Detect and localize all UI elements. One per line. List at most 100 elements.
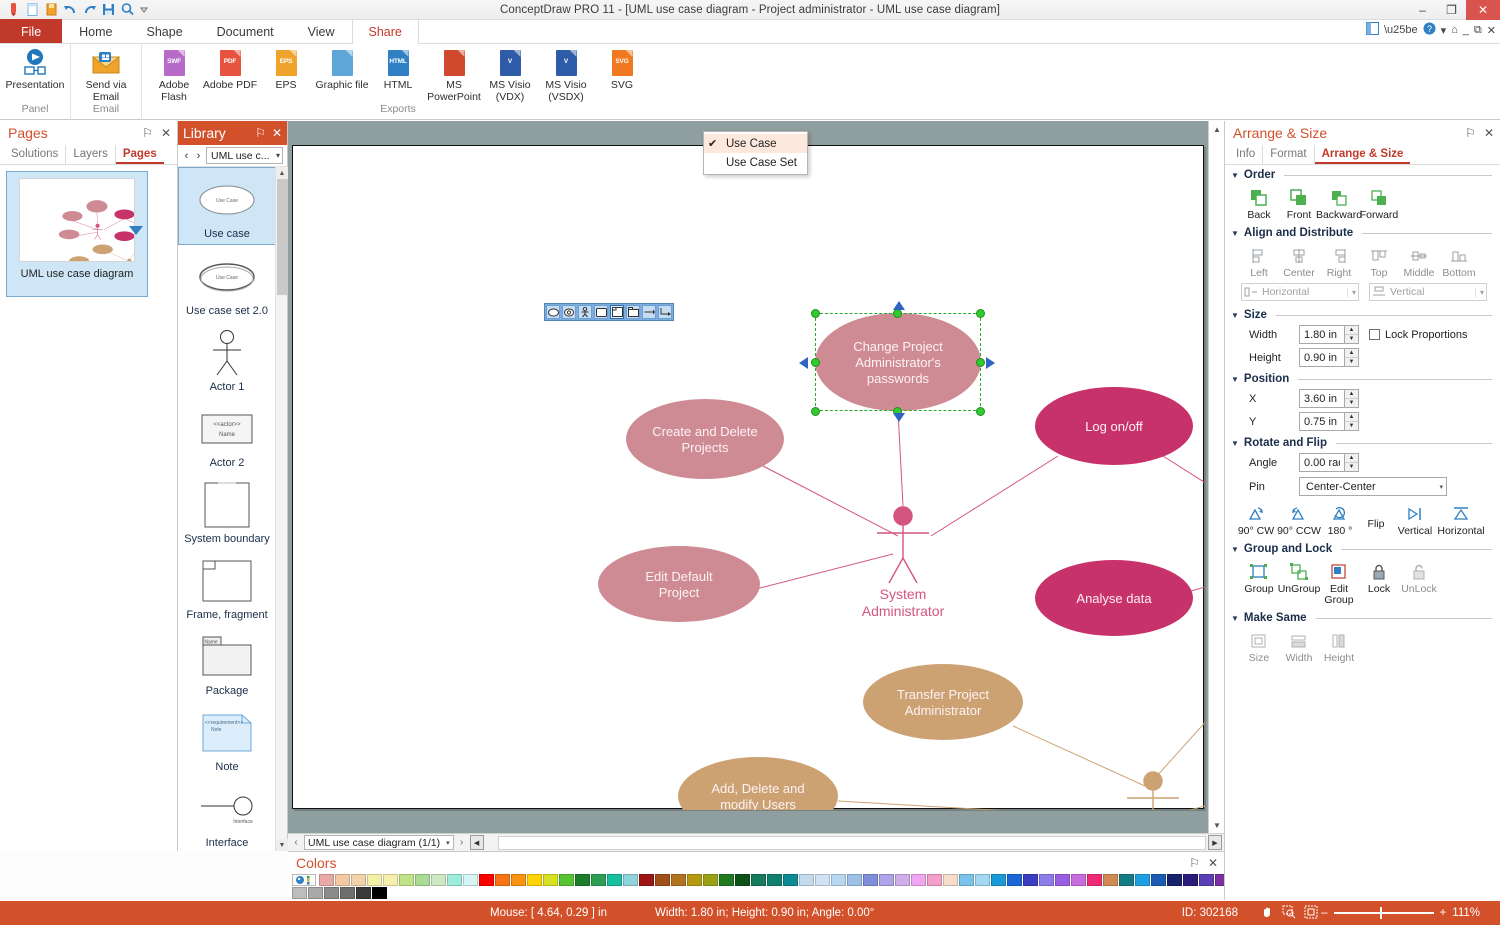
window-close-small-icon[interactable]: ✕: [1487, 24, 1496, 37]
color-swatch[interactable]: [495, 874, 510, 886]
rotate-90-ccw-button[interactable]: 90° CCW: [1277, 503, 1321, 537]
color-swatch[interactable]: [308, 887, 323, 899]
angle-input[interactable]: [1299, 453, 1345, 472]
collapse-ribbon-icon[interactable]: ⌂: [1451, 24, 1458, 36]
color-swatch[interactable]: [607, 874, 622, 886]
library-nav[interactable]: ‹ › UML use c... ▾: [178, 145, 287, 167]
color-swatch[interactable]: [351, 874, 366, 886]
color-swatch[interactable]: [340, 887, 355, 899]
minimize-button[interactable]: –: [1408, 0, 1437, 20]
color-swatch-row-1[interactable]: [292, 874, 1342, 886]
use-case-set-shape-icon[interactable]: [562, 305, 576, 319]
color-swatch[interactable]: [879, 874, 894, 886]
powerpoint-file-button[interactable]: MS PowerPoint: [426, 44, 482, 103]
selection-handle-w[interactable]: [811, 358, 820, 367]
use-case-uc_transfer_pa[interactable]: [863, 664, 1023, 740]
close-icon[interactable]: ✕: [161, 126, 171, 140]
tab-home[interactable]: Home: [62, 19, 129, 43]
color-swatch[interactable]: [431, 874, 446, 886]
group-button[interactable]: Group: [1239, 561, 1279, 606]
collapse-caret-icon[interactable]: ▼: [1231, 545, 1239, 554]
color-palette-icon[interactable]: [292, 874, 316, 886]
pdf-file-button[interactable]: PDF Adobe PDF: [202, 44, 258, 92]
section-size-header[interactable]: ▼ Size: [1225, 305, 1500, 323]
zoom-slider-knob[interactable]: [1379, 907, 1382, 919]
fit-page-icon[interactable]: [1304, 905, 1318, 922]
actor-shape-icon[interactable]: [578, 305, 592, 319]
height-decrement-icon[interactable]: ▼: [1345, 357, 1358, 366]
distribute-horizontal-dropdown[interactable]: Horizontal ▾: [1241, 283, 1359, 301]
ungroup-button[interactable]: UnGroup: [1278, 561, 1320, 606]
color-swatch[interactable]: [799, 874, 814, 886]
make-same-buttons[interactable]: Size Width Height: [1225, 626, 1500, 666]
library-item-note[interactable]: <<requirement>> Note Note: [178, 701, 276, 777]
color-swatch[interactable]: [1151, 874, 1166, 886]
lock-proportions-checkbox[interactable]: Lock Proportions: [1369, 329, 1468, 341]
y-decrement-icon[interactable]: ▼: [1345, 421, 1358, 430]
library-item-actor-1[interactable]: Actor 1: [178, 321, 276, 397]
page-nav-controls[interactable]: ‹ UML use case diagram (1/1) ▾ › ◀: [290, 835, 484, 850]
selection-handle-se[interactable]: [976, 407, 985, 416]
selection-handle-sw[interactable]: [811, 407, 820, 416]
color-swatch-row-2[interactable]: [292, 887, 1342, 899]
color-swatch[interactable]: [383, 874, 398, 886]
color-swatch[interactable]: [1007, 874, 1022, 886]
pin-icon[interactable]: ⚐: [142, 126, 153, 140]
page-thumbnail[interactable]: UML use case diagram: [6, 171, 148, 297]
visio-vdx-button[interactable]: V MS Visio (VDX): [482, 44, 538, 103]
use-case-uc_edit_default_project[interactable]: [598, 546, 760, 622]
edit-group-button[interactable]: Edit Group: [1319, 561, 1359, 606]
color-swatch[interactable]: [415, 874, 430, 886]
system-boundary-shape-icon[interactable]: [594, 305, 608, 319]
zoom-out-button[interactable]: –: [1321, 907, 1327, 919]
align-center-button[interactable]: Center: [1279, 245, 1319, 279]
lock-button[interactable]: Lock: [1359, 561, 1399, 606]
pin-icon[interactable]: ⚐: [255, 126, 266, 140]
color-swatch[interactable]: [1167, 874, 1182, 886]
tab-share[interactable]: Share: [351, 19, 419, 44]
hand-tool-icon[interactable]: [1260, 905, 1274, 922]
html-file-button[interactable]: HTML HTML: [370, 44, 426, 92]
color-swatch[interactable]: [447, 874, 462, 886]
rotate-90-cw-button[interactable]: 90° CW: [1235, 503, 1277, 537]
scroll-down-icon[interactable]: ▼: [1209, 817, 1225, 833]
color-swatches[interactable]: [292, 874, 1342, 899]
unlock-button[interactable]: UnLock: [1399, 561, 1439, 606]
color-swatch[interactable]: [1023, 874, 1038, 886]
color-swatch[interactable]: [815, 874, 830, 886]
section-group-header[interactable]: ▼ Group and Lock: [1225, 539, 1500, 557]
scroll-thumb[interactable]: [277, 179, 287, 295]
width-increment-icon[interactable]: ▲: [1345, 326, 1358, 334]
align-middle-button[interactable]: Middle: [1399, 245, 1439, 279]
library-item-interface[interactable]: Interface Interface: [178, 777, 276, 851]
frame-shape-icon[interactable]: [610, 305, 624, 319]
image-file-button[interactable]: Graphic file: [314, 44, 370, 92]
library-item-package[interactable]: Name Package: [178, 625, 276, 701]
scroll-down-icon[interactable]: ▼: [276, 839, 288, 851]
section-rotate-header[interactable]: ▼ Rotate and Flip: [1225, 433, 1500, 451]
color-swatch[interactable]: [511, 874, 526, 886]
connect-arrow-up-icon[interactable]: [893, 301, 905, 310]
color-swatch[interactable]: [831, 874, 846, 886]
color-swatch[interactable]: [671, 874, 686, 886]
tab-format[interactable]: Format: [1263, 145, 1315, 164]
x-increment-icon[interactable]: ▲: [1345, 390, 1358, 398]
color-swatch[interactable]: [639, 874, 654, 886]
association-arrow-icon[interactable]: [642, 305, 656, 319]
x-input[interactable]: [1299, 389, 1345, 408]
color-swatch[interactable]: [372, 887, 387, 899]
arrange-size-tabs[interactable]: Info Format Arrange & Size: [1225, 145, 1500, 165]
tab-shape[interactable]: Shape: [130, 19, 200, 43]
color-swatch[interactable]: [927, 874, 942, 886]
tab-layers[interactable]: Layers: [66, 145, 116, 164]
pin-icon[interactable]: ⚐: [1189, 856, 1200, 870]
color-swatch[interactable]: [655, 874, 670, 886]
pages-panel-tabs[interactable]: Solutions Layers Pages: [0, 145, 177, 165]
align-bottom-button[interactable]: Bottom: [1439, 245, 1479, 279]
collapse-caret-icon[interactable]: ▼: [1231, 229, 1239, 238]
layout-dropdown-icon[interactable]: \u25be: [1384, 24, 1418, 36]
angle-increment-icon[interactable]: ▲: [1345, 454, 1358, 462]
bring-forward-button[interactable]: Forward: [1359, 187, 1399, 221]
tab-arrange-size[interactable]: Arrange & Size: [1314, 145, 1411, 164]
x-decrement-icon[interactable]: ▼: [1345, 398, 1358, 407]
